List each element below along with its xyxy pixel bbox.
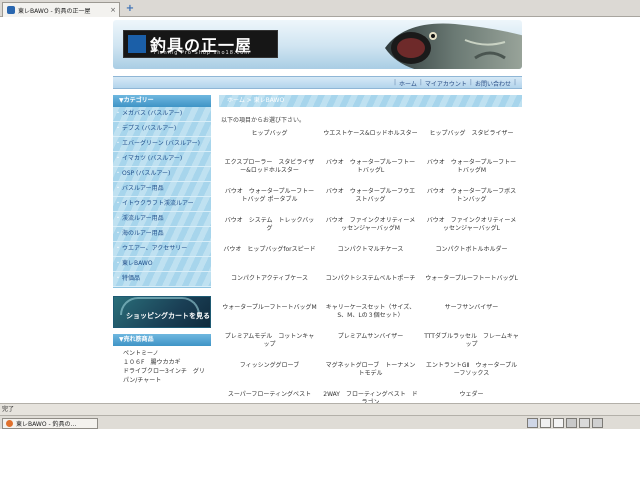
category-item[interactable]: ウエアー、アクセサリー <box>113 242 211 257</box>
subcategory-link[interactable]: 2WAY フローティングベスト ドラゴン <box>320 389 421 403</box>
category-item[interactable]: メガバス (バスルアー) <box>113 107 211 122</box>
category-item[interactable]: 渓流ルアー用品 <box>113 212 211 227</box>
subcategory-link[interactable]: TTTダブルラッセル フレームキャップ <box>421 331 522 360</box>
firefox-icon <box>6 420 13 427</box>
subcategory-link[interactable]: バウオ ファインクオリティーメッセンジャーバッグM <box>320 215 421 244</box>
category-item[interactable]: エバーグリーン (バスルアー) <box>113 137 211 152</box>
status-bar: 完了 <box>0 403 640 415</box>
category-item[interactable]: デプス (バスルアー) <box>113 122 211 137</box>
category-item[interactable]: 海のルアー用品 <box>113 227 211 242</box>
subcategory-link[interactable]: コンパクトアクティブケース <box>219 273 320 302</box>
subcategory-link[interactable]: コンパクトシステムベルトポーチ <box>320 273 421 302</box>
nav-separator: | <box>419 79 422 86</box>
bestseller-item[interactable]: ペントミーノ <box>117 349 207 358</box>
page-viewport: 釣具の正一屋 Fishing Pro Shop sho18.com | ホーム … <box>0 17 640 403</box>
nav-separator: | <box>513 79 516 86</box>
nav-home-link[interactable]: ホーム <box>399 79 417 88</box>
workspace-switcher-icon[interactable] <box>527 418 538 428</box>
intro-text: 以下の項目からお選び下さい。 <box>221 117 306 124</box>
taskbar-window-button[interactable]: 東レBAWO - 釣具の... <box>2 418 98 429</box>
bestseller-heading: ▼売れ筋商品 <box>113 334 211 346</box>
subcategory-link[interactable]: プレミアムモデル コットンキャップ <box>219 331 320 360</box>
subcategory-link[interactable]: キャリーケースセット（サイズ、S、M、Lの３個セット） <box>320 302 421 331</box>
category-item[interactable]: イマカツ (バスルアー) <box>113 152 211 167</box>
category-item[interactable]: OSP (バスルアー) <box>113 167 211 182</box>
sidebar: ▼カテゴリー メガバス (バスルアー) デプス (バスルアー) エバーグリーン … <box>113 95 211 388</box>
logo-subtitle: Fishing Pro Shop sho18.com <box>154 50 251 56</box>
close-tab-icon[interactable]: × <box>110 6 116 14</box>
new-tab-button[interactable]: + <box>124 3 136 15</box>
tray-app-icon[interactable] <box>540 418 551 428</box>
product-category-grid: ヒップバッグ ウエストケース&ロッドホルスター ヒップバッグ スタビライザー エ… <box>219 128 522 403</box>
subcategory-link[interactable]: バウオ ウォータープルーフトートバッグM <box>421 157 522 186</box>
subcategory-link[interactable]: コンパクトボトルホルダー <box>421 244 522 273</box>
tab-title: 東レBAWO - 釣具の正一屋 <box>18 7 91 15</box>
subcategory-link[interactable]: ヒップバッグ <box>219 128 320 157</box>
subcategory-link[interactable]: ウェダー <box>421 389 522 403</box>
view-cart-banner[interactable]: ショッピングカートを見る <box>113 296 211 328</box>
browser-tab-bar: 東レBAWO - 釣具の正一屋 × + <box>0 0 640 17</box>
subcategory-link[interactable]: マグネットグローブ トーナメントモデル <box>320 360 421 389</box>
site-logo[interactable]: 釣具の正一屋 Fishing Pro Shop sho18.com <box>123 30 278 58</box>
subcategory-link[interactable]: プレミアムサンバイザー <box>320 331 421 360</box>
subcategory-link[interactable]: エクスプローラー スタビライザー&ロッドホルスター <box>219 157 320 186</box>
nav-separator: | <box>394 79 397 86</box>
category-item[interactable]: バスルアー用品 <box>113 182 211 197</box>
subcategory-link[interactable]: エントラントGⅡ ウォータープルーフソックス <box>421 360 522 389</box>
taskbar-window-label: 東レBAWO - 釣具の... <box>16 421 77 428</box>
view-cart-label: ショッピングカートを見る <box>126 312 210 320</box>
subcategory-link[interactable]: バウオ ウォータープルーフトートバッグ ポータブル <box>219 186 320 215</box>
bestseller-item[interactable]: ドライブクロー3インチ グリパン/チャート <box>117 367 207 385</box>
category-item[interactable]: 特価品 <box>113 272 211 287</box>
nav-separator: | <box>469 79 472 86</box>
breadcrumb: ホーム > 東レBAWO <box>219 95 522 107</box>
category-list: メガバス (バスルアー) デプス (バスルアー) エバーグリーン (バスルアー)… <box>113 107 211 288</box>
bestseller-item[interactable]: １０６F 腸ウカカギ <box>117 358 207 367</box>
category-item[interactable]: イトウクラフト渓流ルアー <box>113 197 211 212</box>
bestseller-list: ペントミーノ １０６F 腸ウカカギ ドライブクロー3インチ グリパン/チャート <box>113 346 211 388</box>
subcategory-link[interactable]: ウォータープルーフトートバッグL <box>421 273 522 302</box>
subcategory-link[interactable]: サーフサンバイザー <box>421 302 522 331</box>
category-item[interactable]: 東レBAWO <box>113 257 211 272</box>
nav-account-link[interactable]: マイアカウント <box>425 79 467 88</box>
subcategory-link[interactable]: ウォータープルーフトートバッグM <box>219 302 320 331</box>
tray-window-icon[interactable] <box>566 418 577 428</box>
site-banner: 釣具の正一屋 Fishing Pro Shop sho18.com <box>113 20 522 69</box>
subcategory-link[interactable]: ヒップバッグ スタビライザー <box>421 128 522 157</box>
subcategory-link[interactable]: バウオ ウォータープルーフボストンバッグ <box>421 186 522 215</box>
subcategory-link[interactable]: バウオ ウォータープルーフトートバッグL <box>320 157 421 186</box>
tray-window-icon[interactable] <box>592 418 603 428</box>
subcategory-link[interactable]: フィッシンググローブ <box>219 360 320 389</box>
subcategory-link[interactable]: コンパクトマルチケース <box>320 244 421 273</box>
main-content: ホーム > 東レBAWO 以下の項目からお選び下さい。 ヒップバッグ ウエストケ… <box>219 95 522 403</box>
subcategory-link[interactable]: スーパーフローティングベスト <box>219 389 320 403</box>
subcategory-link[interactable]: ウエストケース&ロッドホルスター <box>320 128 421 157</box>
fish-image <box>385 23 522 69</box>
system-tray <box>527 418 603 428</box>
category-heading: ▼カテゴリー <box>113 95 211 107</box>
subcategory-link[interactable]: バウオ システム トレックバッグ <box>219 215 320 244</box>
taskbar: 東レBAWO - 釣具の... <box>0 415 640 429</box>
subcategory-link[interactable]: バウオ ウォータープルーフウエストバッグ <box>320 186 421 215</box>
subcategory-link[interactable]: バウオ ファインクオリティーメッセンジャーバッグL <box>421 215 522 244</box>
browser-tab[interactable]: 東レBAWO - 釣具の正一屋 × <box>2 2 120 17</box>
top-navigation: | ホーム | マイアカウント | お問い合わせ | <box>113 76 522 89</box>
tray-window-icon[interactable] <box>553 418 564 428</box>
logo-mark-icon <box>128 35 146 53</box>
tray-window-icon[interactable] <box>579 418 590 428</box>
nav-contact-link[interactable]: お問い合わせ <box>475 79 511 88</box>
favicon-icon <box>7 6 15 14</box>
subcategory-link[interactable]: バウオ ヒップバッグforスピード <box>219 244 320 273</box>
